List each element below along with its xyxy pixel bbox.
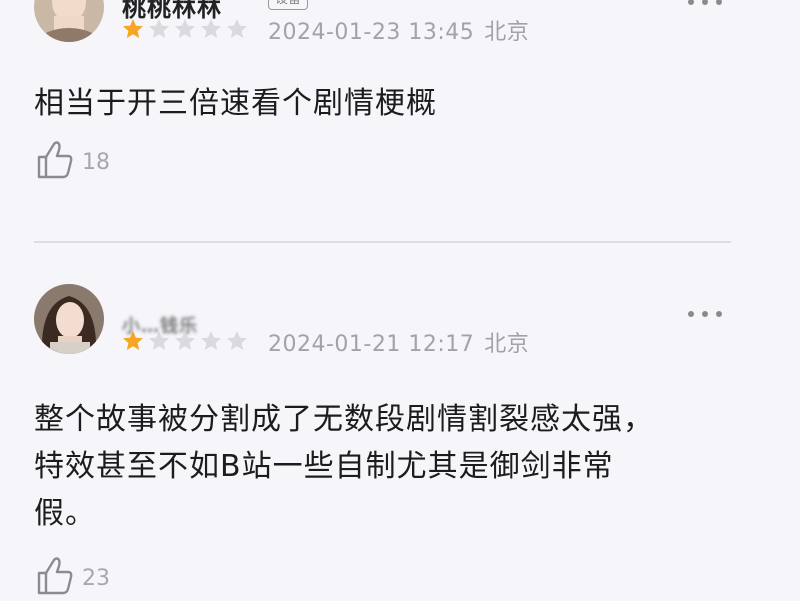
more-options-button[interactable]	[688, 308, 722, 320]
avatar[interactable]	[34, 284, 104, 354]
star-icon	[175, 19, 195, 38]
comment-meta: 2024-01-21 12:17 北京	[268, 326, 529, 358]
comment-date: 2024-01-23 13:45	[268, 20, 475, 45]
star-icon	[149, 19, 169, 38]
star-icon	[201, 331, 221, 350]
star-icon	[123, 331, 143, 350]
star-icon	[227, 19, 247, 38]
star-rating	[120, 329, 250, 351]
thumbs-up-icon	[37, 557, 73, 595]
thumbs-up-icon	[37, 141, 73, 179]
comment-text-line: 假。	[34, 496, 96, 531]
avatar[interactable]	[34, 0, 104, 42]
star-icon	[201, 19, 221, 38]
more-options-button[interactable]	[688, 0, 722, 8]
star-icon	[123, 19, 143, 38]
comment-date: 2024-01-21 12:17	[268, 332, 475, 357]
star-icon	[227, 331, 247, 350]
comment-divider	[34, 241, 731, 243]
comment-text: 整个故事被分割成了无数段剧情割裂感太强， 特效甚至不如B站一些自制尤其是御剑非常…	[34, 396, 714, 537]
star-rating	[120, 17, 250, 39]
star-icon	[175, 331, 195, 350]
comment-text: 相当于开三倍速看个剧情梗概	[34, 86, 437, 121]
like-count: 23	[82, 565, 110, 591]
more-horizontal-icon	[688, 0, 694, 5]
more-horizontal-icon	[688, 311, 694, 317]
comment-meta: 2024-01-23 13:45 北京	[268, 14, 529, 46]
like-button[interactable]: 23	[36, 556, 110, 596]
like-button[interactable]: 18	[36, 140, 110, 180]
user-badge: 设备	[268, 0, 309, 10]
comment-text-line: 整个故事被分割成了无数段剧情割裂感太强，	[34, 402, 654, 437]
like-count: 18	[82, 149, 110, 175]
comment-location: 北京	[484, 20, 530, 45]
comment-text-line: 特效甚至不如B站一些自制尤其是御剑非常	[34, 449, 614, 484]
comment-location: 北京	[484, 332, 530, 357]
star-icon	[149, 331, 169, 350]
